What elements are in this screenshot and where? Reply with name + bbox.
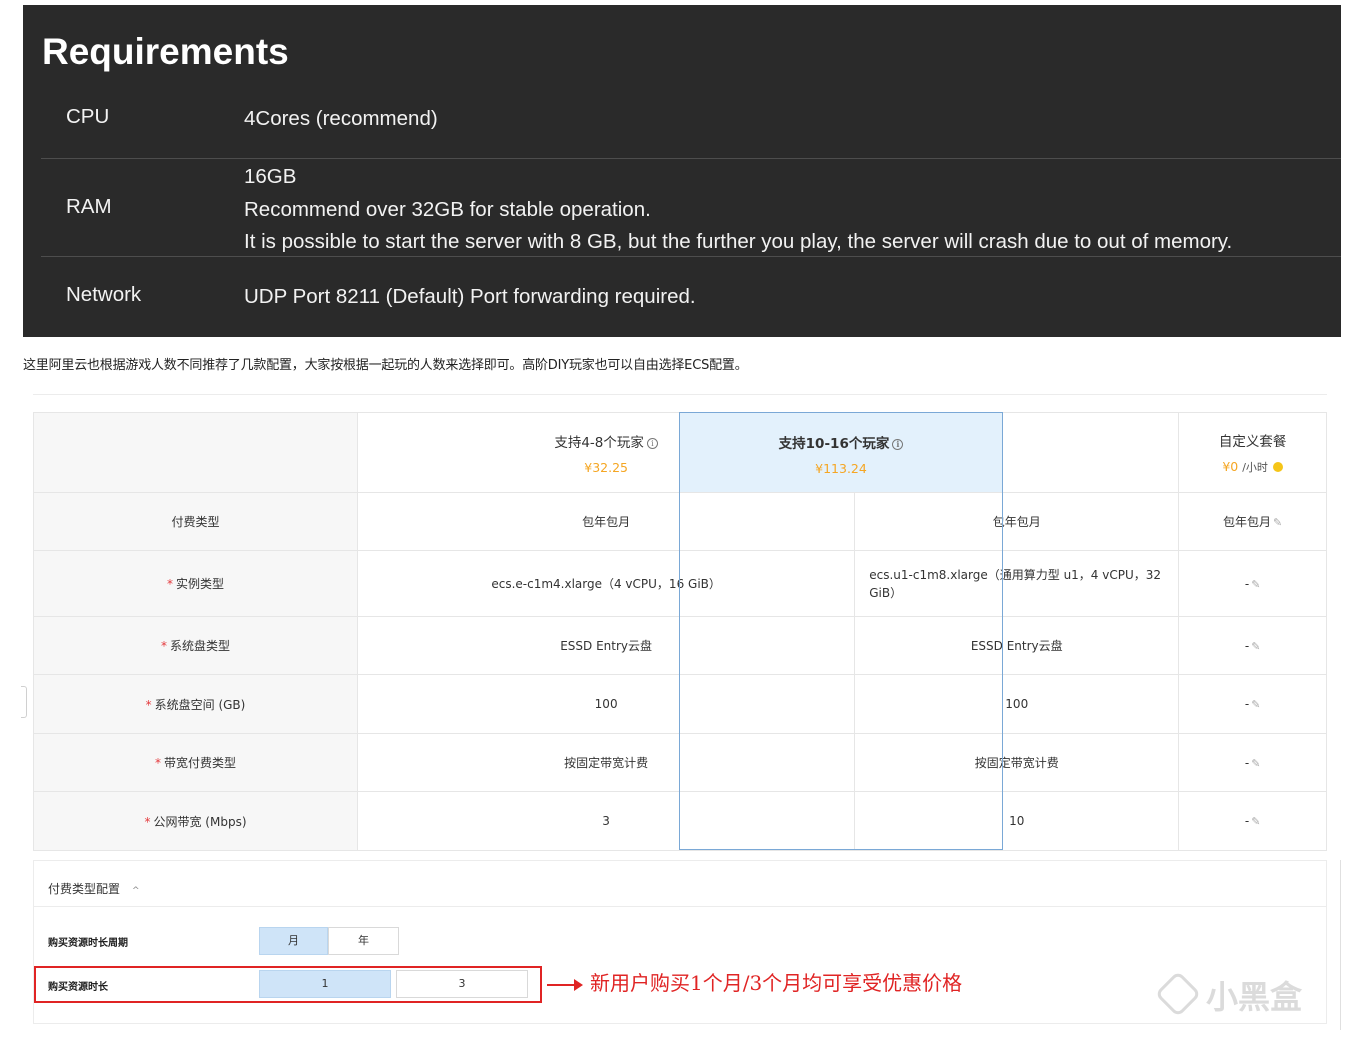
edit-pencil-icon[interactable]: ✎ bbox=[1251, 578, 1260, 591]
edit-pencil-icon[interactable]: ✎ bbox=[1251, 698, 1260, 711]
section-divider bbox=[33, 394, 1327, 395]
info-icon[interactable]: i bbox=[892, 439, 904, 450]
table-row: 付费类型 包年包月 包年包月 包年包月 ✎ bbox=[33, 492, 1327, 551]
info-dot-icon[interactable] bbox=[1272, 462, 1283, 472]
row-label: * 实例类型 bbox=[33, 550, 358, 617]
table-row: * 系统盘类型 ESSD Entry云盘 ESSD Entry云盘 - ✎ bbox=[33, 616, 1327, 675]
table-cell: 按固定带宽计费 bbox=[356, 733, 856, 792]
header-empty-cell bbox=[33, 412, 358, 493]
chevron-up-icon: ^ bbox=[132, 886, 140, 896]
requirement-line: It is possible to start the server with … bbox=[244, 230, 1233, 253]
plan-price: ¥0 bbox=[1222, 459, 1239, 474]
edit-pencil-icon[interactable]: ✎ bbox=[1273, 516, 1282, 529]
row-label: * 带宽付费类型 bbox=[33, 733, 358, 792]
required-star-icon: * bbox=[166, 577, 173, 591]
editable-cell[interactable]: - ✎ bbox=[1178, 733, 1327, 792]
cycle-option-year[interactable]: 年 bbox=[328, 927, 399, 955]
editable-cell[interactable]: 包年包月 ✎ bbox=[1178, 492, 1327, 551]
table-cell: 包年包月 bbox=[356, 492, 856, 551]
row-label: 付费类型 bbox=[33, 492, 358, 551]
requirements-panel: Requirements CPU 4Cores (recommend) RAM … bbox=[23, 5, 1341, 337]
annotation-arrow bbox=[547, 984, 577, 986]
info-icon[interactable]: i bbox=[646, 437, 658, 449]
requirement-line: Recommend over 32GB for stable operation… bbox=[244, 197, 651, 221]
row-label: * 系统盘空间 (GB) bbox=[33, 674, 358, 734]
selected-plan-header[interactable]: 支持10-16个玩家 i ¥113.24 bbox=[680, 413, 1002, 492]
row-divider bbox=[41, 256, 1341, 257]
watermark-icon bbox=[1154, 970, 1202, 1018]
table-cell: 10 bbox=[854, 791, 1180, 851]
watermark-logo: 小黑盒 bbox=[1154, 970, 1302, 1018]
required-star-icon: * bbox=[144, 814, 151, 829]
requirements-title: Requirements bbox=[42, 31, 289, 72]
payment-config-toggle[interactable]: 付费类型配置 ^ bbox=[48, 880, 140, 897]
intro-text: 这里阿里云也根据游戏人数不同推荐了几款配置，大家按根据一起玩的人数来选择即可。高… bbox=[23, 358, 748, 373]
required-star-icon: * bbox=[145, 697, 152, 712]
table-cell: 按固定带宽计费 bbox=[854, 733, 1180, 792]
edit-pencil-icon[interactable]: ✎ bbox=[1251, 640, 1260, 653]
collapse-handle[interactable] bbox=[21, 686, 27, 718]
requirement-line: 16GB bbox=[244, 165, 297, 188]
table-cell: 包年包月 bbox=[854, 492, 1180, 551]
plan-name: 支持10-16个玩家 bbox=[778, 436, 890, 452]
price-unit: /小时 bbox=[1242, 461, 1268, 474]
requirement-value: 4Cores (recommend) bbox=[244, 107, 438, 130]
row-divider bbox=[41, 158, 1341, 159]
panel-divider bbox=[34, 906, 1326, 907]
plan-name: 支持4-8个玩家 bbox=[554, 434, 644, 451]
editable-cell[interactable]: - ✎ bbox=[1178, 616, 1327, 675]
table-row: * 公网带宽 (Mbps) 3 10 - ✎ bbox=[33, 791, 1327, 851]
editable-cell[interactable]: - ✎ bbox=[1178, 674, 1327, 734]
requirement-value: 16GB Recommend over 32GB for stable oper… bbox=[244, 161, 1232, 259]
requirement-label: RAM bbox=[66, 195, 112, 218]
table-row: * 实例类型 ecs.e-c1m4.xlarge（4 vCPU，16 GiB） e… bbox=[33, 550, 1327, 617]
table-row: * 带宽付费类型 按固定带宽计费 按固定带宽计费 - ✎ bbox=[33, 733, 1327, 792]
table-cell: ESSD Entry云盘 bbox=[356, 616, 856, 675]
table-cell: ecs.e-c1m4.xlarge（4 vCPU，16 GiB） bbox=[356, 550, 856, 617]
required-star-icon: * bbox=[160, 639, 167, 653]
annotation-text: 新用户购买1个月/3个月均可享受优惠价格 bbox=[590, 971, 963, 995]
table-cell: 3 bbox=[356, 791, 856, 851]
row-label: * 公网带宽 (Mbps) bbox=[33, 791, 358, 851]
cycle-label: 购买资源时长周期 bbox=[48, 938, 128, 949]
edit-pencil-icon[interactable]: ✎ bbox=[1251, 757, 1260, 770]
table-cell: ESSD Entry云盘 bbox=[854, 616, 1180, 675]
edge-line bbox=[1340, 860, 1341, 1030]
requirement-value: UDP Port 8211 (Default) Port forwarding … bbox=[244, 285, 696, 308]
plan-price: ¥113.24 bbox=[815, 461, 867, 476]
required-star-icon: * bbox=[154, 756, 161, 770]
editable-cell[interactable]: - ✎ bbox=[1178, 791, 1327, 851]
annotation-highlight-box bbox=[34, 966, 542, 1003]
edit-pencil-icon[interactable]: ✎ bbox=[1251, 815, 1260, 828]
requirement-label: Network bbox=[66, 283, 142, 306]
editable-cell[interactable]: - ✎ bbox=[1178, 550, 1327, 617]
plan-custom-header[interactable]: 自定义套餐 ¥0 /小时 bbox=[1178, 412, 1327, 493]
plan-name: 自定义套餐 bbox=[1218, 434, 1287, 450]
arrow-head-icon bbox=[574, 979, 583, 991]
requirement-label: CPU bbox=[66, 105, 110, 128]
row-label: * 系统盘类型 bbox=[33, 616, 358, 675]
table-cell: ecs.u1-c1m8.xlarge（通用算力型 u1，4 vCPU，32 Gi… bbox=[854, 550, 1180, 617]
cycle-option-month[interactable]: 月 bbox=[259, 927, 328, 955]
table-cell: 100 bbox=[854, 674, 1180, 734]
table-row: * 系统盘空间 (GB) 100 100 - ✎ bbox=[33, 674, 1327, 734]
table-cell: 100 bbox=[356, 674, 856, 734]
